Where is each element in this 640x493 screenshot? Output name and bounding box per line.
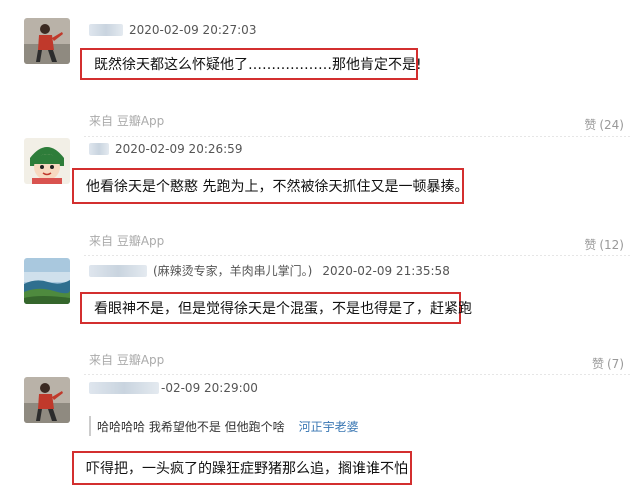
comment-text-highlighted: 吓得把，一头疯了的躁狂症野猪那么追，搁谁谁不怕 [72, 451, 412, 485]
like-count: (7) [607, 356, 624, 371]
like-label: 赞 [584, 238, 597, 252]
comment-time: 2020-02-09 20:26:59 [115, 142, 243, 156]
comment-text-highlighted: 他看徐天是个憨憨 先跑为上，不然被徐天抓住又是一顿暴揍。 [72, 168, 468, 204]
comment-source: 来自 豆瓣App [89, 114, 165, 128]
comment-meta: 2020-02-09 20:26:59 [89, 142, 242, 156]
comment-time: 2020-02-09 21:35:58 [322, 263, 450, 278]
comment-text: 他看徐天是个憨憨 先跑为上，不然被徐天抓住又是一顿暴揍。 [86, 179, 469, 195]
divider [84, 374, 630, 375]
like-button[interactable]: 赞 (12) [584, 236, 624, 253]
comment-text-highlighted: 看眼神不是，但是觉得徐天是个混蛋，不是也得是了，赶紧跑 [80, 292, 472, 324]
quoted-reply: 哈哈哈哈 我希望他不是 但他跑个啥 河正宇老婆 [89, 416, 359, 436]
like-label: 赞 [584, 118, 597, 132]
comment-time: 2020-02-09 20:27:03 [129, 23, 257, 37]
comment-source: 来自 豆瓣App [89, 353, 165, 367]
comment-meta: (麻辣烫专家，羊肉串儿掌门。) 2020-02-09 21:35:58 [89, 262, 450, 279]
like-button[interactable]: 赞 (7) [592, 355, 624, 372]
like-button[interactable]: 赞 (24) [584, 116, 624, 133]
quote-author-link[interactable]: 河正宇老婆 [299, 418, 359, 435]
avatar[interactable] [24, 18, 70, 64]
comment-meta: -02-09 20:29:00 [89, 381, 258, 395]
username-blurred[interactable] [89, 264, 147, 277]
comment-time: -02-09 20:29:00 [161, 381, 258, 395]
user-signature: (麻辣烫专家，羊肉串儿掌门。) [153, 264, 313, 278]
comment-text: 吓得把，一头疯了的躁狂症野猪那么追，搁谁谁不怕 [86, 461, 408, 477]
username-blurred[interactable] [89, 382, 159, 394]
comment-meta: 2020-02-09 20:27:03 [89, 23, 256, 37]
like-label: 赞 [591, 357, 604, 371]
comment-source: 来自 豆瓣App [89, 234, 165, 248]
like-count: (12) [599, 237, 624, 252]
divider [84, 136, 630, 137]
divider [84, 255, 630, 256]
username-blurred[interactable] [89, 24, 123, 36]
comment-text: 看眼神不是，但是觉得徐天是个混蛋，不是也得是了，赶紧跑 [94, 301, 472, 317]
like-count: (24) [599, 117, 624, 132]
comment-text: 既然徐天都这么怀疑他了………………那他肯定不是! [94, 57, 422, 73]
username-blurred[interactable] [89, 143, 109, 155]
avatar[interactable] [24, 377, 70, 423]
avatar[interactable] [24, 258, 70, 304]
quote-text: 哈哈哈哈 我希望他不是 但他跑个啥 [97, 419, 285, 434]
comment-text-highlighted: 既然徐天都这么怀疑他了………………那他肯定不是! [80, 48, 422, 80]
avatar[interactable] [24, 138, 70, 184]
